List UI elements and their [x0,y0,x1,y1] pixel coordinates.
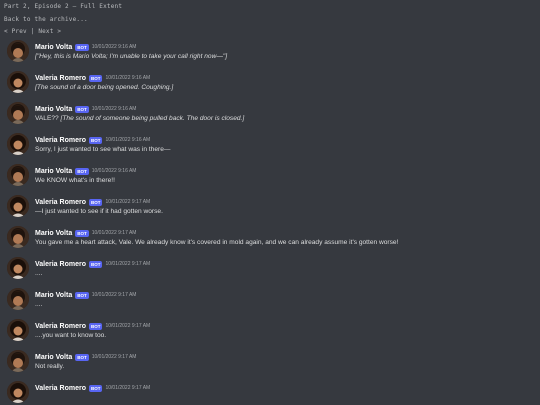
message-header: Mario Volta BOT 10/01/2022 9:17 AM [35,228,136,238]
message-text: You gave me a heart attack, Vale. We alr… [35,239,399,246]
next-link[interactable]: Next > [38,28,61,35]
timestamp: 10/01/2022 9:17 AM [105,261,151,267]
message-text: ["Hey, this is Mario Volta; I'm unable t… [35,53,228,60]
avatar[interactable] [7,195,29,217]
message-header: Mario Volta BOT 10/01/2022 9:16 AM [35,166,136,176]
nav-separator: | [30,28,35,35]
message: Mario Volta BOT 10/01/2022 9:17 AM .... [0,288,540,319]
message: Valeria Romero BOT 10/01/2022 9:17 AM ..… [0,319,540,350]
timestamp: 10/01/2022 9:17 AM [105,385,151,391]
message: Mario Volta BOT 10/01/2022 9:16 AM We KN… [0,164,540,195]
avatar[interactable] [7,40,29,62]
timestamp: 10/01/2022 9:17 AM [91,230,137,236]
bot-badge: BOT [88,74,103,82]
message-text-italic: [The sound of someone being pulled back.… [60,115,245,122]
bot-badge: BOT [88,384,103,392]
message-text: We KNOW what's in there!! [35,177,115,184]
username[interactable]: Valeria Romero [35,199,86,206]
message-header: Mario Volta BOT 10/01/2022 9:17 AM [35,352,136,362]
message-header: Valeria Romero BOT 10/01/2022 9:17 AM [35,259,150,269]
message-feed: Mario Volta BOT 10/01/2022 9:16 AM ["Hey… [0,36,540,405]
username[interactable]: Mario Volta [35,168,72,175]
message: Mario Volta BOT 10/01/2022 9:16 AM ["Hey… [0,40,540,71]
avatar[interactable] [7,257,29,279]
timestamp: 10/01/2022 9:17 AM [91,292,137,298]
message-text: —I just wanted to see if it had gotten w… [35,208,163,215]
bot-badge: BOT [88,198,103,206]
timestamp: 10/01/2022 9:16 AM [91,106,137,112]
avatar[interactable] [7,164,29,186]
bot-badge: BOT [75,353,89,361]
back-to-archive-link[interactable]: Back to the archive... [4,16,88,23]
username[interactable]: Valeria Romero [35,75,86,82]
message-text: VALE?? [The sound of someone being pulle… [35,115,244,122]
username[interactable]: Mario Volta [35,106,72,113]
username[interactable]: Mario Volta [35,230,72,237]
timestamp: 10/01/2022 9:16 AM [91,168,137,174]
message: Valeria Romero BOT 10/01/2022 9:17 AM ..… [0,257,540,288]
message-header: Mario Volta BOT 10/01/2022 9:17 AM [35,290,136,300]
message: Mario Volta BOT 10/01/2022 9:17 AM You g… [0,226,540,257]
message-text: ....you want to know too. [35,332,107,339]
timestamp: 10/01/2022 9:16 AM [91,44,137,50]
username[interactable]: Valeria Romero [35,385,86,392]
username[interactable]: Mario Volta [35,354,72,361]
episode-title: Part 2, Episode 2 — Full Extent [4,3,123,10]
message-header: Valeria Romero BOT 10/01/2022 9:17 AM [35,321,150,331]
bot-badge: BOT [75,291,89,299]
bot-badge: BOT [75,229,89,237]
avatar[interactable] [7,319,29,341]
avatar[interactable] [7,350,29,372]
username[interactable]: Mario Volta [35,44,72,51]
message: Valeria Romero BOT 10/01/2022 9:17 AM —I… [0,195,540,226]
message-text: [The sound of a door being opened. Cough… [35,84,174,91]
bot-badge: BOT [88,322,103,330]
username[interactable]: Valeria Romero [35,137,86,144]
message-text: .... [35,301,43,308]
avatar[interactable] [7,288,29,310]
message: Valeria Romero BOT 10/01/2022 9:16 AM [T… [0,71,540,102]
bot-badge: BOT [88,136,103,144]
avatar[interactable] [7,133,29,155]
avatar[interactable] [7,71,29,93]
message-header: Mario Volta BOT 10/01/2022 9:16 AM [35,104,136,114]
username[interactable]: Valeria Romero [35,261,86,268]
bot-badge: BOT [75,105,89,113]
avatar[interactable] [7,226,29,248]
timestamp: 10/01/2022 9:16 AM [105,137,151,143]
username[interactable]: Valeria Romero [35,323,86,330]
message-text-plain: VALE?? [35,115,61,122]
timestamp: 10/01/2022 9:17 AM [91,354,137,360]
timestamp: 10/01/2022 9:17 AM [105,323,151,329]
message-text: Not really. [35,363,65,370]
message-header: Valeria Romero BOT 10/01/2022 9:16 AM [35,73,150,83]
avatar[interactable] [7,102,29,124]
message-text: Sorry, I just wanted to see what was in … [35,146,171,153]
bot-badge: BOT [75,167,89,175]
prev-link[interactable]: < Prev [4,28,27,35]
message-header: Valeria Romero BOT 10/01/2022 9:17 AM [35,383,150,393]
username[interactable]: Mario Volta [35,292,72,299]
pagination-nav: < Prev | Next > [4,28,61,35]
bot-badge: BOT [75,43,89,51]
bot-badge: BOT [88,260,103,268]
archive-header: Part 2, Episode 2 — Full Extent Back to … [0,0,540,36]
message: Mario Volta BOT 10/01/2022 9:16 AM VALE?… [0,102,540,133]
message-text: .... [35,270,43,277]
timestamp: 10/01/2022 9:17 AM [105,199,151,205]
message: Valeria Romero BOT 10/01/2022 9:17 AM [0,381,540,405]
message: Mario Volta BOT 10/01/2022 9:17 AM Not r… [0,350,540,381]
message-header: Mario Volta BOT 10/01/2022 9:16 AM [35,42,136,52]
timestamp: 10/01/2022 9:16 AM [105,75,151,81]
message-header: Valeria Romero BOT 10/01/2022 9:16 AM [35,135,150,145]
avatar[interactable] [7,381,29,403]
message: Valeria Romero BOT 10/01/2022 9:16 AM So… [0,133,540,164]
message-header: Valeria Romero BOT 10/01/2022 9:17 AM [35,197,150,207]
